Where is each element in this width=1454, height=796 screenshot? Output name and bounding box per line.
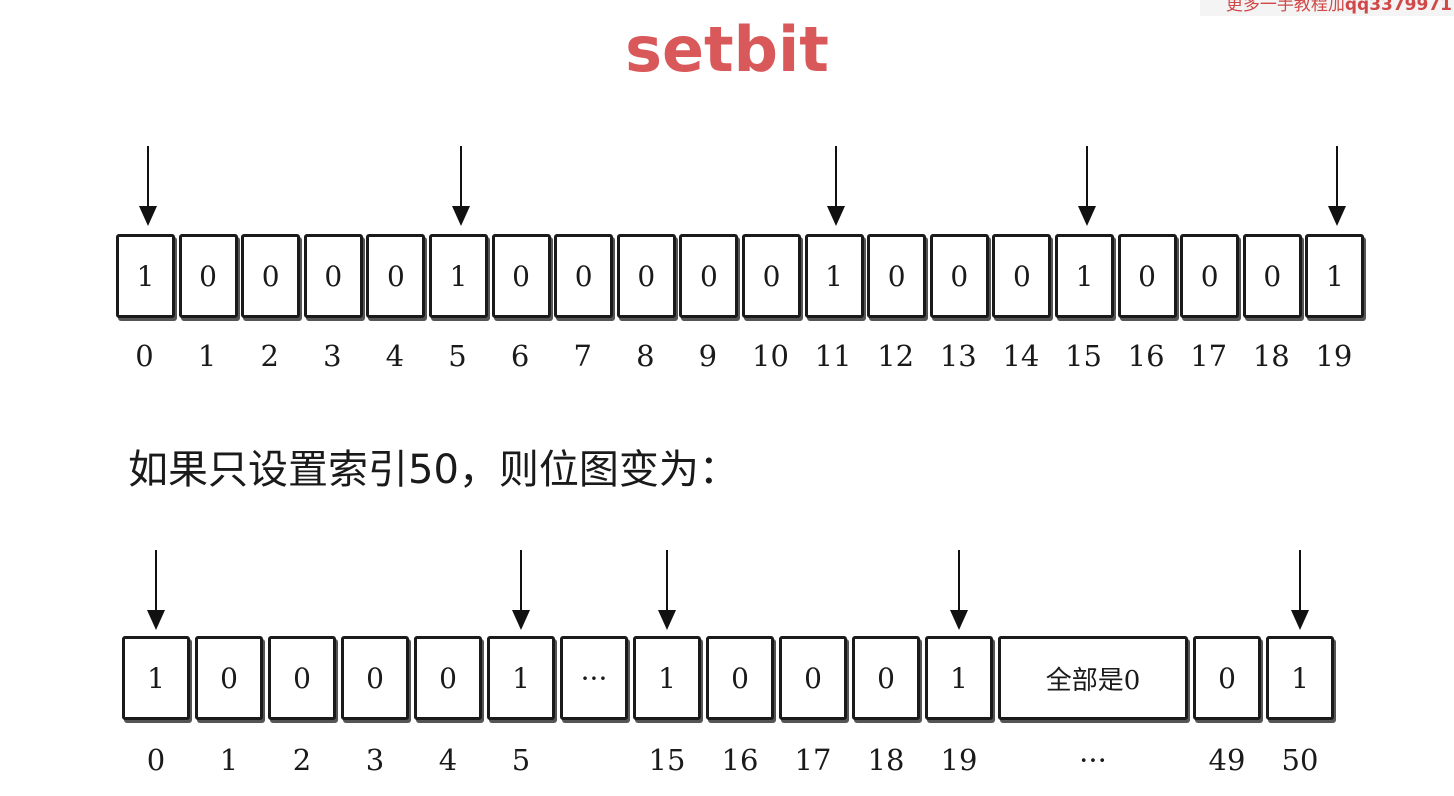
- bit-cell: 0: [268, 636, 336, 720]
- bit-index-label: 1: [219, 743, 239, 777]
- down-arrow-icon: [949, 550, 969, 630]
- bit-cell: 0: [779, 636, 847, 720]
- bit-index-label: 17: [794, 743, 832, 777]
- bit-index-label: 6: [510, 339, 530, 373]
- bit-cell: 1: [122, 636, 190, 720]
- bit-index-label: 10: [752, 339, 789, 373]
- bit-index-label: 18: [1252, 339, 1290, 373]
- bit-cell: 0: [852, 636, 920, 720]
- bit-index-label: 19: [1315, 339, 1353, 373]
- bit-index-label: 19: [940, 743, 978, 777]
- bit-cell: 0: [1242, 234, 1302, 318]
- bit-index-label: 8: [636, 339, 655, 373]
- bit-cell: 1: [429, 234, 488, 318]
- bit-cell: 0: [491, 234, 551, 318]
- bit-cell: 0: [1193, 636, 1261, 720]
- bit-cell: 1: [487, 636, 555, 720]
- bit-index-label: 11: [814, 339, 852, 373]
- bit-index-label: 5: [511, 743, 531, 777]
- down-arrow-icon: [657, 550, 677, 630]
- bit-index-label: 3: [365, 743, 385, 777]
- bit-index-label: 16: [721, 743, 759, 777]
- bit-cell: 1: [804, 234, 864, 318]
- bit-cell: 0: [414, 636, 482, 720]
- bit-cell: 1: [925, 636, 993, 720]
- bit-index-label: ···: [1079, 743, 1107, 777]
- down-arrow-icon: [1290, 550, 1310, 630]
- down-arrow-icon: [451, 146, 471, 226]
- bit-cell: ···: [560, 636, 628, 720]
- bit-cell: 0: [178, 234, 238, 318]
- bit-index-label: 15: [1065, 339, 1102, 373]
- bit-index-label: 7: [573, 339, 592, 373]
- bit-cell: 0: [241, 234, 301, 318]
- down-arrow-icon: [511, 550, 531, 630]
- bit-cell: 0: [1117, 234, 1177, 318]
- page-title: setbit: [625, 13, 829, 86]
- bit-index-label: 18: [867, 743, 905, 777]
- bit-cell: 0: [867, 234, 927, 318]
- bit-cell: 0: [992, 234, 1052, 318]
- bit-cell: 0: [929, 234, 989, 318]
- down-arrow-icon: [826, 146, 846, 226]
- bit-index-label: 13: [939, 339, 977, 373]
- bit-cell: 0: [195, 636, 263, 720]
- down-arrow-icon: [138, 146, 158, 226]
- bit-index-label: 12: [877, 339, 915, 373]
- bit-cell: 0: [554, 234, 614, 318]
- bit-cell: 1: [1055, 234, 1114, 318]
- bit-index-label: 0: [146, 743, 166, 777]
- caption-text: 如果只设置索引50，则位图变为：: [128, 447, 739, 493]
- bit-cell: 0: [341, 636, 409, 720]
- bit-cell: 1: [1305, 234, 1365, 318]
- bit-cell: 0: [1180, 234, 1240, 318]
- bit-cell: 0: [706, 636, 774, 720]
- bit-cell-wide: 全部是0: [998, 636, 1188, 720]
- bit-index-label: 2: [260, 339, 279, 373]
- down-arrow-icon: [1077, 146, 1097, 226]
- bit-cell: 0: [303, 234, 363, 318]
- bit-index-label: 4: [385, 339, 405, 373]
- bit-index-label: 0: [135, 339, 154, 373]
- bit-cell: 0: [679, 234, 739, 318]
- bit-index-label: 49: [1208, 743, 1246, 777]
- bit-cell: 0: [742, 234, 801, 318]
- bit-cell: 0: [616, 234, 676, 318]
- bit-cell: 1: [116, 234, 175, 318]
- bit-index-label: 5: [448, 339, 467, 373]
- bit-index-label: 14: [1002, 339, 1040, 373]
- bit-index-label: 16: [1127, 339, 1165, 373]
- bit-index-label: 17: [1190, 339, 1228, 373]
- down-arrow-icon: [146, 550, 166, 630]
- bit-index-label: 2: [292, 743, 312, 777]
- bit-index-label: 9: [698, 339, 718, 373]
- bit-index-label: 4: [438, 743, 458, 777]
- bit-index-label: 1: [197, 339, 217, 373]
- bit-cell: 1: [633, 636, 701, 720]
- down-arrow-icon: [1327, 146, 1347, 226]
- bit-index-label: 50: [1281, 743, 1319, 777]
- bit-cell: 1: [1266, 636, 1334, 720]
- bit-cell: 0: [366, 234, 426, 318]
- bit-index-label: 15: [648, 743, 686, 777]
- bit-index-label: 3: [323, 339, 342, 373]
